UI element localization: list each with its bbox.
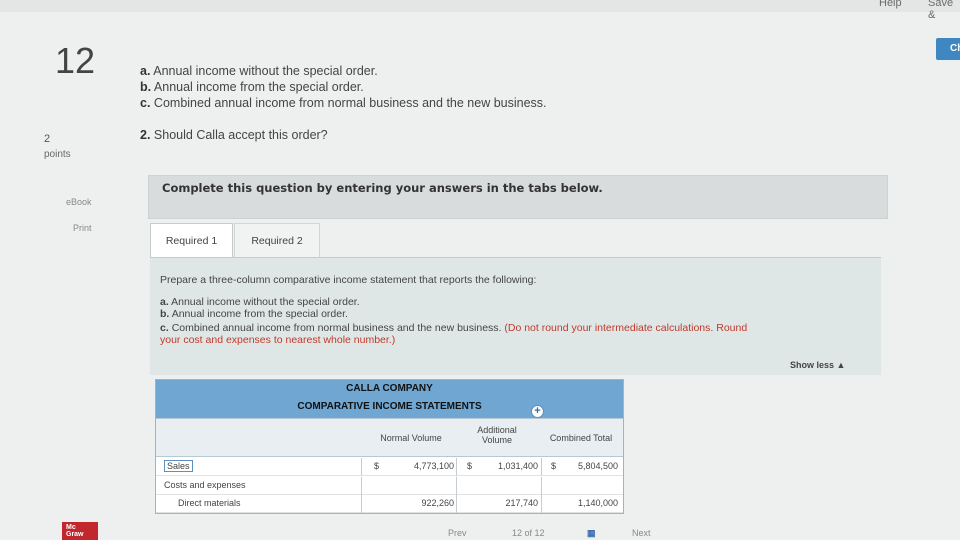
normal-volume-input[interactable]: 4,773,100 (386, 461, 454, 471)
tab-required-2[interactable]: Required 2 (234, 223, 320, 257)
check-my-work-button[interactable]: Ch (936, 38, 960, 60)
tab-required-1[interactable]: Required 1 (150, 223, 233, 257)
save-exit-link[interactable]: Save & (928, 0, 960, 21)
show-less-link[interactable]: Show less ▲ (790, 360, 845, 370)
content-item-b: b. Annual income from the special order. (160, 308, 348, 320)
mcgraw-hill-logo: Mc Graw (62, 522, 98, 540)
tab-content: Prepare a three-column comparative incom… (150, 257, 881, 375)
content-intro: Prepare a three-column comparative incom… (160, 274, 537, 286)
currency-sign: $ (374, 461, 380, 471)
prev-button[interactable]: Prev (448, 528, 467, 538)
table-row: Sales $ 4,773,100 $ 1,031,400 $ 5,804,50… (156, 458, 623, 476)
instructions-box: Complete this question by entering your … (148, 175, 888, 219)
move-icon[interactable]: + (531, 405, 544, 418)
content-item-a: a. Annual income without the special ord… (160, 296, 360, 308)
column-header-row: Normal Volume Additional Volume Combined… (156, 418, 623, 457)
column-normal-volume: Normal Volume (380, 433, 442, 443)
print-link[interactable]: Print (73, 223, 92, 233)
column-combined-total: Combined Total (549, 433, 613, 443)
content-note: your cost and expenses to nearest whole … (160, 334, 396, 346)
company-name: CALLA COMPANY (346, 383, 433, 394)
question-item-c: c. Combined annual income from normal bu… (140, 96, 547, 110)
instructions-text: Complete this question by entering your … (162, 181, 603, 195)
question-item-a: a. Annual income without the special ord… (140, 64, 378, 78)
income-statement-table: CALLA COMPANY COMPARATIVE INCOME STATEME… (155, 379, 624, 514)
additional-volume-input[interactable]: 1,031,400 (476, 461, 538, 471)
additional-volume-input[interactable]: 217,740 (476, 498, 538, 508)
grid-icon[interactable]: ▦ (587, 528, 596, 539)
next-button[interactable]: Next (632, 528, 651, 538)
column-additional-volume: Additional Volume (477, 425, 517, 445)
page-indicator: 12 of 12 (512, 528, 545, 538)
row-label[interactable]: Costs and expenses (164, 480, 246, 490)
normal-volume-input[interactable]: 922,260 (386, 498, 454, 508)
row-label[interactable]: Direct materials (178, 498, 241, 508)
points-value: 2 (44, 133, 51, 145)
help-link[interactable]: Help (879, 0, 902, 9)
question-number: 12 (55, 40, 96, 81)
question-2: 2. Should Calla accept this order? (140, 128, 328, 142)
table-row: Direct materials 922,260 217,740 1,140,0… (156, 495, 623, 513)
content-item-c: c. Combined annual income from normal bu… (160, 322, 748, 334)
currency-sign: $ (551, 461, 557, 471)
combined-total-value: 1,140,000 (577, 498, 618, 508)
ebook-link[interactable]: eBook (66, 197, 92, 207)
combined-total-value: 5,804,500 (577, 461, 618, 471)
row-label[interactable]: Sales (164, 460, 193, 472)
points-label: points (44, 149, 71, 160)
currency-sign: $ (467, 461, 473, 471)
top-bar (0, 0, 960, 12)
statement-title: COMPARATIVE INCOME STATEMENTS (297, 401, 482, 412)
table-header: CALLA COMPANY COMPARATIVE INCOME STATEME… (156, 380, 623, 418)
question-item-b: b. Annual income from the special order. (140, 80, 364, 94)
table-row: Costs and expenses (156, 477, 623, 495)
